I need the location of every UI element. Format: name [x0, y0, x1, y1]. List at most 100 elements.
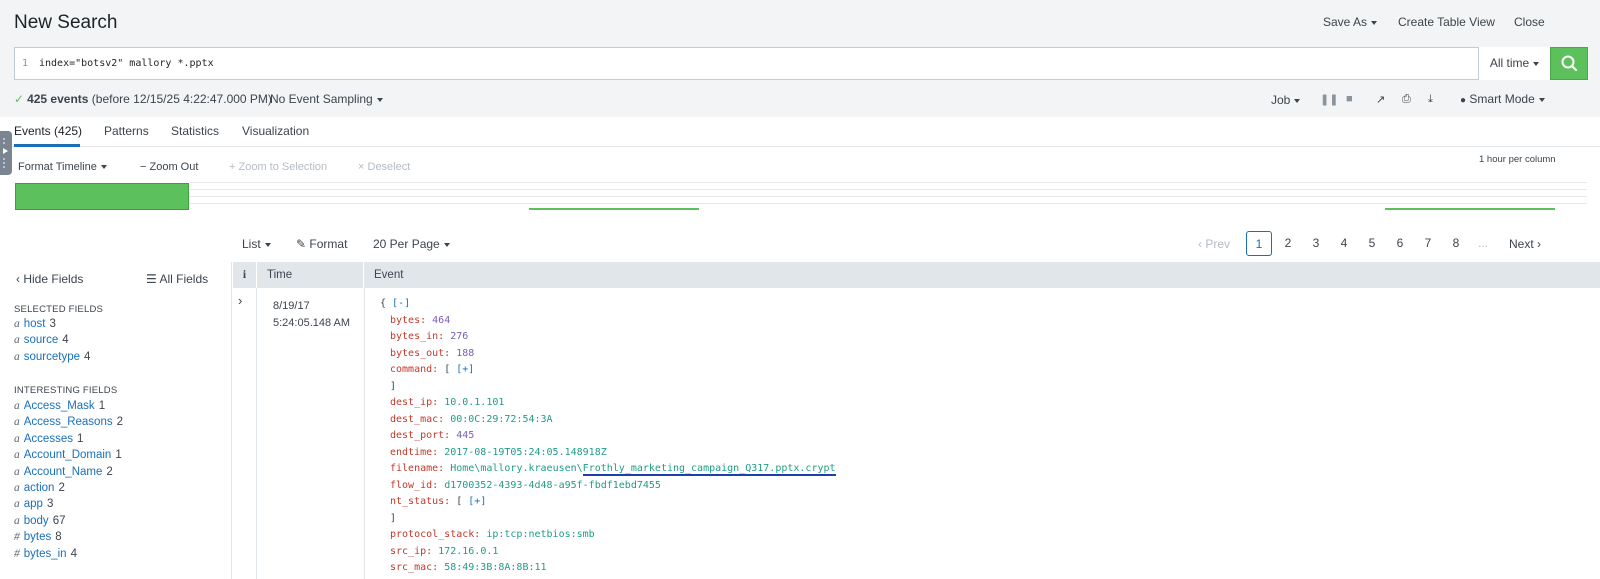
field-item[interactable]: a Account_Name 2: [14, 466, 113, 482]
field-item[interactable]: a sourcetype 4: [14, 351, 90, 367]
zoom-to-selection-button[interactable]: + Zoom to Selection: [229, 161, 327, 173]
close-link[interactable]: Close: [1514, 15, 1545, 29]
sidebar-toggle-handle[interactable]: [0, 131, 12, 175]
expand-toggle[interactable]: [+]: [456, 364, 474, 375]
job-menu[interactable]: Job: [1271, 93, 1301, 107]
page-7[interactable]: 7: [1415, 231, 1441, 256]
deselect-button[interactable]: × Deselect: [358, 161, 410, 173]
list-view-menu[interactable]: List: [242, 237, 271, 251]
field-name[interactable]: action: [24, 482, 55, 494]
next-page-button[interactable]: Next ›: [1509, 237, 1541, 251]
field-item[interactable]: a app 3: [14, 498, 53, 514]
field-item[interactable]: a Account_Domain 1: [14, 449, 122, 465]
field-name[interactable]: Account_Name: [24, 466, 103, 478]
json-key[interactable]: bytes_out:: [390, 348, 456, 359]
page-4[interactable]: 4: [1331, 231, 1357, 256]
expand-event-icon[interactable]: ›: [238, 293, 242, 308]
event-timeline[interactable]: [14, 182, 1587, 211]
json-string-value[interactable]: 172.16.0.1: [438, 546, 498, 557]
page-5[interactable]: 5: [1359, 231, 1385, 256]
field-item[interactable]: a Access_Mask 1: [14, 400, 105, 416]
print-icon[interactable]: ⎙: [1402, 93, 1411, 106]
field-name[interactable]: body: [24, 515, 49, 527]
field-name[interactable]: app: [24, 498, 43, 510]
json-key[interactable]: src_ip:: [390, 546, 438, 557]
export-icon[interactable]: ⤓: [1428, 93, 1433, 106]
json-key[interactable]: command:: [390, 364, 444, 375]
save-as-menu[interactable]: Save As: [1323, 15, 1378, 29]
json-number-value[interactable]: 276: [450, 331, 468, 342]
per-page-menu[interactable]: 20 Per Page: [373, 237, 450, 251]
page-1[interactable]: 1: [1246, 231, 1272, 256]
field-name[interactable]: host: [24, 318, 46, 330]
tab-patterns[interactable]: Patterns: [104, 124, 149, 138]
create-table-view-link[interactable]: Create Table View: [1398, 15, 1495, 29]
zoom-out-button[interactable]: − Zoom Out: [140, 161, 198, 173]
pause-icon[interactable]: ❚❚: [1320, 93, 1338, 106]
timeline-bar[interactable]: [529, 208, 699, 210]
field-item[interactable]: a Accesses 1: [14, 433, 83, 449]
search-input[interactable]: [39, 48, 1439, 79]
format-button[interactable]: ✎ Format: [296, 237, 347, 251]
all-fields-button[interactable]: ☰ All Fields: [146, 272, 208, 286]
json-key[interactable]: dest_ip:: [390, 397, 444, 408]
field-item[interactable]: a body 67: [14, 515, 65, 531]
json-key[interactable]: bytes_in:: [390, 331, 450, 342]
format-timeline-menu[interactable]: Format Timeline: [18, 161, 107, 173]
json-string-value[interactable]: 2017-08-19T05:24:05.148918Z: [444, 447, 607, 458]
field-name[interactable]: sourcetype: [24, 351, 80, 363]
field-item[interactable]: a Access_Reasons 2: [14, 416, 123, 432]
timeline-bar[interactable]: [1385, 208, 1555, 210]
field-name[interactable]: Accesses: [24, 433, 73, 445]
field-name[interactable]: Account_Domain: [24, 449, 112, 461]
json-string-value[interactable]: Home\mallory.kraeusen\: [450, 463, 582, 474]
tab-statistics[interactable]: Statistics: [171, 124, 219, 138]
time-column-header[interactable]: Time: [257, 262, 364, 288]
json-number-value[interactable]: 188: [456, 348, 474, 359]
json-string-value[interactable]: 00:0C:29:72:54:3A: [450, 414, 552, 425]
json-number-value[interactable]: 464: [432, 315, 450, 326]
page-3[interactable]: 3: [1303, 231, 1329, 256]
tab-events[interactable]: Events (425): [14, 124, 82, 138]
stop-icon[interactable]: ■: [1346, 93, 1353, 105]
page-6[interactable]: 6: [1387, 231, 1413, 256]
field-name[interactable]: bytes_in: [24, 548, 67, 560]
json-key[interactable]: flow_id:: [390, 480, 444, 491]
field-item[interactable]: # bytes_in 4: [14, 548, 77, 564]
collapse-toggle[interactable]: [-]: [392, 298, 410, 309]
json-string-value[interactable]: 58:49:3B:8A:8B:11: [444, 562, 546, 573]
field-name[interactable]: bytes: [24, 531, 52, 543]
prev-page-button[interactable]: ‹ Prev: [1198, 237, 1230, 251]
json-key[interactable]: filename:: [390, 463, 450, 474]
field-name[interactable]: Access_Mask: [24, 400, 95, 412]
event-sampling-menu[interactable]: No Event Sampling: [270, 92, 383, 106]
json-key[interactable]: bytes:: [390, 315, 432, 326]
field-item[interactable]: # bytes 8: [14, 531, 62, 547]
info-column-header[interactable]: i: [233, 262, 257, 288]
share-icon[interactable]: ↗: [1376, 93, 1385, 106]
json-key[interactable]: dest_port:: [390, 430, 456, 441]
field-item[interactable]: a action 2: [14, 482, 65, 498]
event-column-header[interactable]: Event: [364, 262, 1600, 288]
json-key[interactable]: protocol_stack:: [390, 529, 486, 540]
field-name[interactable]: source: [24, 334, 59, 346]
timeline-bar[interactable]: [15, 183, 189, 210]
search-mode-menu[interactable]: ● Smart Mode: [1460, 92, 1545, 106]
page-2[interactable]: 2: [1275, 231, 1301, 256]
json-number-value[interactable]: 445: [456, 430, 474, 441]
field-item[interactable]: a source 4: [14, 334, 69, 350]
field-item[interactable]: a host 3: [14, 318, 56, 334]
field-name[interactable]: Access_Reasons: [24, 416, 113, 428]
json-key[interactable]: endtime:: [390, 447, 444, 458]
json-string-value[interactable]: ip:tcp:netbios:smb: [486, 529, 594, 540]
expand-toggle[interactable]: [+]: [468, 496, 486, 507]
page-8[interactable]: 8: [1443, 231, 1469, 256]
tab-visualization[interactable]: Visualization: [242, 124, 309, 138]
json-key[interactable]: dest_mac:: [390, 414, 450, 425]
json-string-value[interactable]: d1700352-4393-4d48-a95f-fbdf1ebd7455: [444, 480, 661, 491]
hide-fields-button[interactable]: ‹ Hide Fields: [16, 272, 83, 286]
json-string-value[interactable]: 10.0.1.101: [444, 397, 504, 408]
highlighted-filename[interactable]: Frothly_marketing_campaign_Q317.pptx.cry…: [582, 463, 836, 476]
search-button[interactable]: [1550, 47, 1588, 80]
time-range-picker[interactable]: All time: [1478, 47, 1550, 80]
